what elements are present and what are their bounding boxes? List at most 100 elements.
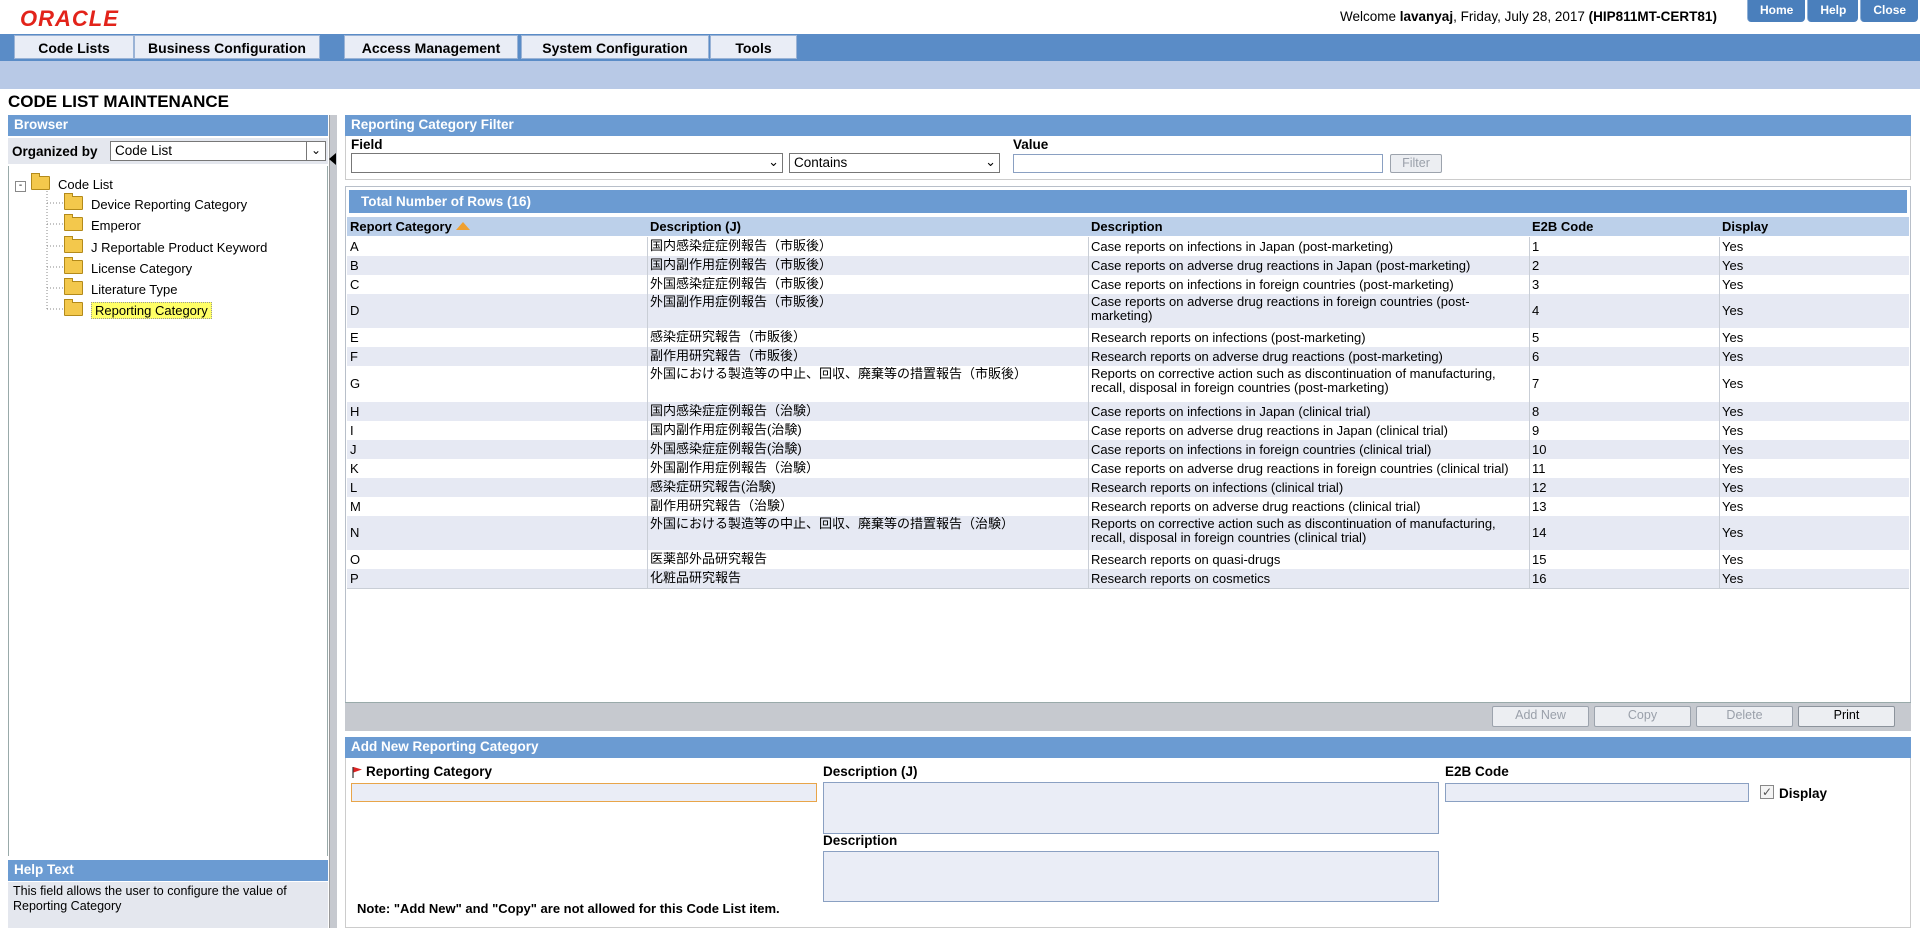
delete-button[interactable]: Delete — [1696, 706, 1793, 727]
close-link[interactable]: Close — [1860, 0, 1919, 22]
add-new-button[interactable]: Add New — [1492, 706, 1589, 727]
folder-icon — [64, 214, 83, 231]
cell-report-category: A — [350, 240, 359, 254]
column-divider — [647, 294, 648, 328]
cell-display: Yes — [1722, 331, 1744, 345]
table-row[interactable]: C 外国感染症症例報告（市販後） Case reports on infection… — [347, 275, 1909, 295]
table-row[interactable]: F 副作用研究報告（市販後） Research reports on adverse… — [347, 347, 1909, 367]
tree-item-j-reportable-product-keyword[interactable]: J Reportable Product Keyword — [64, 236, 267, 255]
tree-item-device-reporting-category[interactable]: Device Reporting Category — [64, 193, 248, 212]
page-title: CODE LIST MAINTENANCE — [8, 92, 229, 111]
cell-description-j: 化粧品研究報告 — [650, 571, 742, 585]
column-divider — [647, 440, 648, 459]
code-list-tree: - Code List Device Reporting Category Emp… — [8, 166, 328, 856]
tree-item-literature-type[interactable]: Literature Type — [64, 278, 177, 297]
table-row[interactable]: A 国内感染症症例報告（市販後） Case reports on infection… — [347, 237, 1909, 257]
display-checkbox[interactable]: ✓ — [1760, 785, 1774, 799]
cell-description-j: 国内副作用症例報告（市販後） — [650, 258, 833, 272]
cell-description-j: 国内副作用症例報告(治験) — [650, 423, 802, 437]
column-divider — [1719, 550, 1720, 569]
column-divider — [647, 256, 648, 275]
help-link[interactable]: Help — [1807, 0, 1859, 22]
menu-tools[interactable]: Tools — [710, 35, 797, 59]
col-description-j[interactable]: Description (J) — [650, 219, 741, 234]
column-divider — [647, 328, 648, 347]
table-row[interactable]: M 副作用研究報告（治験） Research reports on adverse … — [347, 497, 1909, 517]
column-divider — [1529, 569, 1530, 588]
sort-ascending-icon — [455, 222, 470, 230]
menu-code-lists[interactable]: Code Lists — [14, 35, 134, 59]
tree-item-label: License Category — [91, 261, 193, 276]
cell-description: Case reports on adverse drug reactions i… — [1091, 295, 1470, 323]
reporting-category-input[interactable] — [351, 783, 817, 802]
table-row[interactable]: L 感染症研究報告(治験) Research reports on infectio… — [347, 478, 1909, 498]
collapse-icon[interactable]: - — [15, 181, 26, 192]
col-description[interactable]: Description — [1091, 219, 1163, 234]
value-input[interactable] — [1013, 154, 1383, 173]
cell-e2b-code: 4 — [1532, 304, 1540, 318]
e2b-code-input[interactable] — [1445, 783, 1749, 802]
cell-description: Case reports on infections in Japan (pos… — [1091, 240, 1394, 254]
cell-e2b-code: 14 — [1532, 526, 1547, 540]
field-select[interactable]: ⌄ — [351, 153, 783, 173]
cell-display: Yes — [1722, 443, 1744, 457]
cell-report-category: G — [350, 377, 361, 391]
table-row[interactable]: J 外国感染症症例報告(治験) Case reports on infections… — [347, 440, 1909, 460]
cell-description: Research reports on infections (clinical… — [1091, 481, 1344, 495]
cell-display: Yes — [1722, 462, 1744, 476]
table-row[interactable]: B 国内副作用症例報告（市販後） Case reports on adverse d… — [347, 256, 1909, 276]
operator-select[interactable]: Contains ⌄ — [789, 153, 1000, 173]
table-row[interactable]: P 化粧品研究報告 Research reports on cosmetics 16 Y… — [347, 569, 1909, 589]
cell-e2b-code: 3 — [1532, 278, 1540, 292]
filter-button[interactable]: Filter — [1390, 154, 1442, 173]
table-row[interactable]: I 国内副作用症例報告(治験) Case reports on adverse dr… — [347, 421, 1909, 441]
menu-business-configuration[interactable]: Business Configuration — [134, 35, 320, 59]
folder-icon — [64, 257, 83, 274]
description-textarea[interactable] — [823, 851, 1439, 902]
cell-display: Yes — [1722, 278, 1744, 292]
grid-title: Total Number of Rows (16) — [349, 190, 1907, 213]
tree-item-emperor[interactable]: Emperor — [64, 214, 141, 233]
column-divider — [647, 347, 648, 366]
col-e2b-code[interactable]: E2B Code — [1532, 219, 1593, 234]
table-row[interactable]: O 医薬部外品研究報告 Research reports on quasi-drug… — [347, 550, 1909, 570]
table-row[interactable]: G 外国における製造等の中止、回収、廃棄等の措置報告（市販後） Reports on… — [347, 366, 1909, 403]
tree-root[interactable]: - Code List — [15, 173, 113, 192]
collapse-arrow-icon[interactable] — [329, 153, 336, 165]
column-divider — [1529, 478, 1530, 497]
menu-system-configuration[interactable]: System Configuration — [521, 35, 709, 59]
home-link[interactable]: Home — [1747, 0, 1806, 22]
table-row[interactable]: E 感染症研究報告（市販後） Research reports on infecti… — [347, 328, 1909, 348]
column-divider — [1719, 237, 1720, 256]
table-row[interactable]: D 外国副作用症例報告（市販後） Case reports on adverse d… — [347, 294, 1909, 329]
column-divider — [1088, 347, 1089, 366]
filter-header: Reporting Category Filter — [345, 115, 1911, 136]
cell-report-category: N — [350, 526, 360, 540]
cell-description: Research reports on adverse drug reactio… — [1091, 350, 1443, 364]
cell-report-category: B — [350, 259, 359, 273]
organized-by-select[interactable]: Code List ⌄ — [110, 141, 326, 161]
table-row[interactable]: N 外国における製造等の中止、回収、廃棄等の措置報告（治験） Reports on … — [347, 516, 1909, 551]
tree-item-reporting-category[interactable]: Reporting Category — [64, 299, 212, 319]
description-j-textarea[interactable] — [823, 782, 1439, 834]
cell-report-category: E — [350, 331, 359, 345]
table-row[interactable]: K 外国副作用症例報告（治験） Case reports on adverse dr… — [347, 459, 1909, 479]
cell-description-j: 外国における製造等の中止、回収、廃棄等の措置報告（市販後） — [650, 367, 1028, 381]
panel-splitter[interactable] — [329, 115, 337, 928]
cell-description-j: 外国副作用症例報告（市販後） — [650, 295, 833, 309]
column-divider — [647, 497, 648, 516]
cell-report-category: M — [350, 500, 361, 514]
tree-item-label: Device Reporting Category — [91, 197, 248, 212]
col-report-category[interactable]: Report Category — [350, 219, 470, 234]
print-button[interactable]: Print — [1798, 706, 1895, 727]
column-divider — [647, 421, 648, 440]
table-row[interactable]: H 国内感染症症例報告（治験） Case reports on infections… — [347, 402, 1909, 422]
copy-button[interactable]: Copy — [1594, 706, 1691, 727]
cell-description-j: 感染症研究報告（市販後） — [650, 330, 807, 344]
tree-item-license-category[interactable]: License Category — [64, 257, 193, 276]
column-divider — [1529, 440, 1530, 459]
operator-value: Contains — [794, 155, 848, 170]
column-divider — [1088, 550, 1089, 569]
menu-access-management[interactable]: Access Management — [344, 35, 518, 59]
col-display[interactable]: Display — [1722, 219, 1768, 234]
